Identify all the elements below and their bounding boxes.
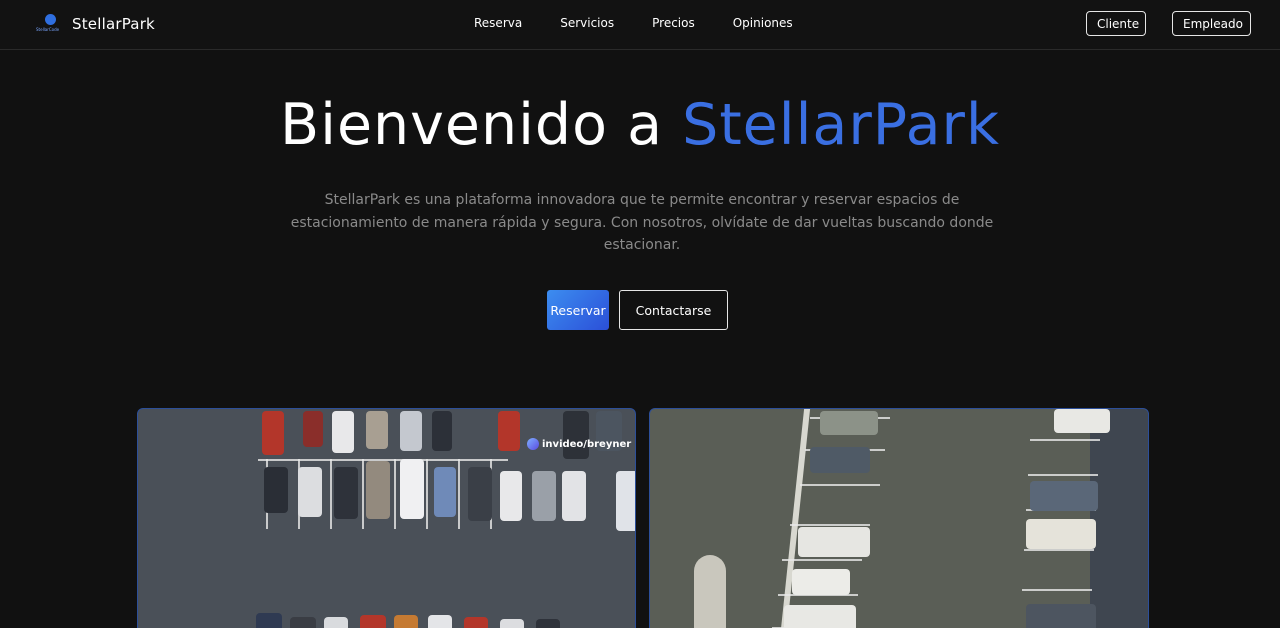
cliente-button[interactable]: Cliente [1086,11,1146,36]
nav-links: Reserva Servicios Precios Opiniones [474,16,831,30]
nav-link-opiniones[interactable]: Opiniones [733,16,793,30]
watermark-text: invideo/breyner [542,438,632,450]
brand-logo-icon: StellarCode [36,12,64,36]
hero-title-prefix: Bienvenido a [280,92,664,158]
top-navbar: StellarCode StellarPark Reserva Servicio… [0,0,1280,50]
hero-title-accent: StellarPark [682,92,1000,158]
reservar-button[interactable]: Reservar [547,290,609,330]
nav-link-precios[interactable]: Precios [652,16,695,30]
hero-title: Bienvenido a StellarPark [0,92,1280,158]
nav-link-servicios[interactable]: Servicios [560,16,614,30]
video-watermark: invideo/breyner [527,438,631,450]
brand-logo-text: StellarCode [36,27,60,32]
parking-aerial-image-right [649,408,1149,628]
parking-aerial-image-left: invideo/breyner [137,408,636,628]
invideo-logo-icon [527,438,539,450]
nav-link-reserva[interactable]: Reserva [474,16,522,30]
contactarse-button[interactable]: Contactarse [619,290,728,330]
brand[interactable]: StellarCode StellarPark [36,12,155,36]
brand-name: StellarPark [72,15,155,33]
hero-description: StellarPark es una plataforma innovadora… [290,192,994,253]
empleado-button[interactable]: Empleado [1172,11,1251,36]
